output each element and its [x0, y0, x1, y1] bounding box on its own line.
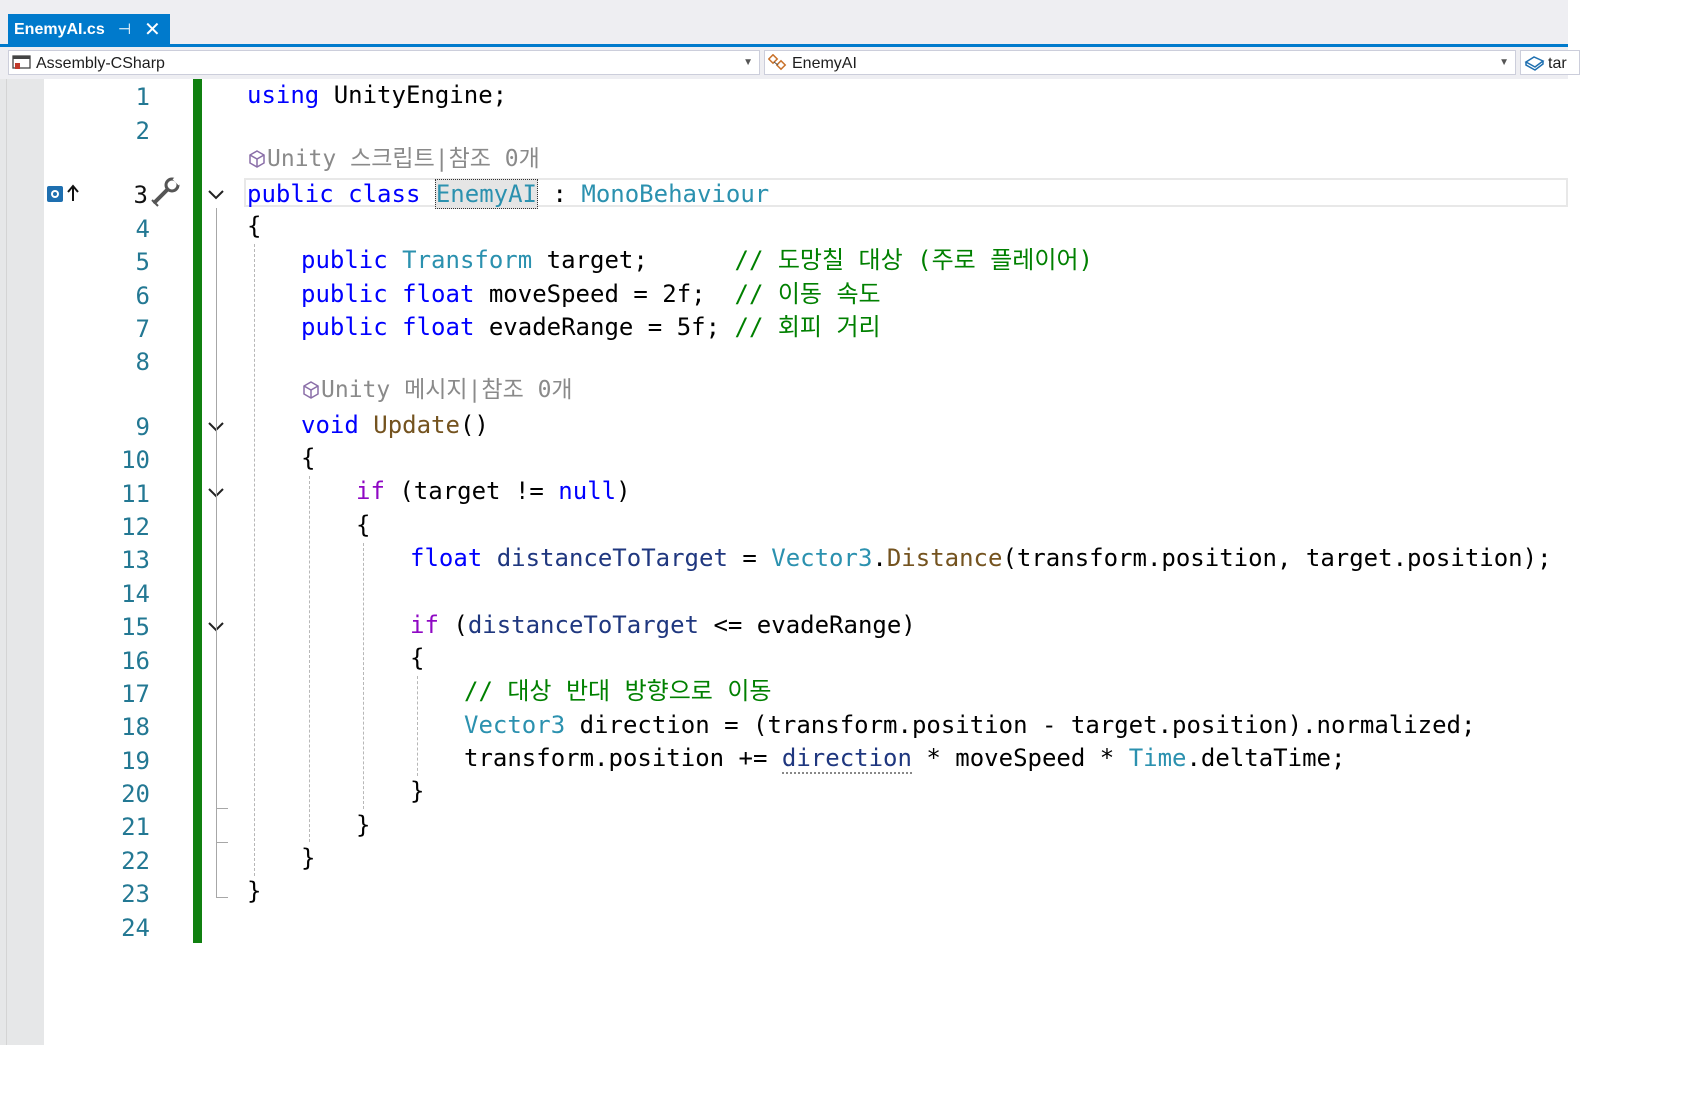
breakpoint-icon[interactable]	[46, 183, 82, 205]
navigation-bar: Assembly-CSharp ▼ EnemyAI ▼ tar	[0, 47, 1580, 79]
code-line-23[interactable]: }	[247, 876, 261, 906]
line-number: 6	[135, 282, 150, 310]
code-line-19[interactable]: transform.position += direction * moveSp…	[464, 743, 1345, 774]
line-number: 22	[121, 847, 150, 875]
code-line-16[interactable]: {	[410, 643, 424, 673]
line-number: 24	[121, 914, 150, 942]
indicator-margin	[0, 79, 44, 1045]
close-icon[interactable]: ✕	[144, 14, 161, 46]
code-line-1[interactable]: using UnityEngine;	[247, 80, 507, 110]
class-name: EnemyAI	[434, 179, 539, 209]
member-label: tar	[1548, 55, 1567, 72]
member-dropdown[interactable]: tar	[1520, 50, 1580, 75]
line-number: 2	[135, 117, 150, 145]
line-number: 5	[135, 248, 150, 276]
tab-filename: EnemyAI.cs	[14, 21, 105, 38]
codelens-class[interactable]: Unity 스크립트|참조 0개	[247, 144, 540, 174]
quick-action-icon[interactable]	[150, 176, 186, 210]
project-label: Assembly-CSharp	[36, 55, 165, 72]
line-number: 8	[135, 348, 150, 376]
code-line-6[interactable]: public float moveSpeed = 2f; // 이동 속도	[301, 279, 881, 309]
line-number: 12	[121, 513, 150, 541]
line-number: 19	[121, 747, 150, 775]
indent-guide	[309, 476, 310, 842]
code-line-15[interactable]: if (distanceToTarget <= evadeRange)	[410, 610, 916, 640]
line-number: 3	[133, 181, 148, 209]
line-number: 4	[135, 215, 150, 243]
project-icon	[12, 55, 31, 69]
line-number: 14	[121, 580, 150, 608]
line-number: 7	[135, 315, 150, 343]
codelens-method[interactable]: Unity 메시지|참조 0개	[301, 375, 573, 405]
line-number: 10	[121, 446, 150, 474]
code-line-11[interactable]: if (target != null)	[356, 476, 631, 506]
line-number: 9	[135, 413, 150, 441]
indent-guide	[417, 676, 418, 776]
line-number: 1	[135, 83, 150, 111]
indent-guide	[254, 244, 255, 876]
line-number: 15	[121, 613, 150, 641]
code-line-9[interactable]: void Update()	[301, 410, 489, 440]
field-icon	[1524, 56, 1545, 71]
code-line-20[interactable]: }	[410, 776, 424, 806]
line-number: 17	[121, 680, 150, 708]
project-dropdown[interactable]: Assembly-CSharp ▼	[8, 50, 760, 75]
code-line-12[interactable]: {	[356, 510, 370, 540]
fold-line	[216, 208, 217, 898]
fold-line-end	[216, 842, 228, 843]
indent-guide	[363, 543, 364, 809]
type-dropdown[interactable]: EnemyAI ▼	[764, 50, 1516, 75]
unity-icon	[249, 150, 265, 168]
code-line-3[interactable]: public class EnemyAI : MonoBehaviour	[247, 179, 769, 209]
code-line-22[interactable]: }	[301, 843, 315, 873]
line-number: 16	[121, 647, 150, 675]
chevron-down-icon: ▼	[1499, 57, 1509, 68]
code-line-17[interactable]: // 대상 반대 방향으로 이동	[464, 676, 772, 706]
tab-strip	[0, 0, 1568, 46]
fold-line-end	[216, 808, 228, 809]
code-line-4[interactable]: {	[247, 211, 261, 241]
class-icon	[768, 54, 787, 71]
chevron-down-icon[interactable]	[207, 185, 225, 203]
chevron-down-icon: ▼	[743, 57, 753, 68]
code-line-21[interactable]: }	[356, 810, 370, 840]
code-line-10[interactable]: {	[301, 443, 315, 473]
line-number: 18	[121, 713, 150, 741]
fold-line-end	[216, 897, 228, 898]
line-number: 11	[121, 480, 150, 508]
line-number: 20	[121, 780, 150, 808]
code-line-13[interactable]: float distanceToTarget = Vector3.Distanc…	[410, 543, 1552, 573]
line-number: 13	[121, 546, 150, 574]
code-line-5[interactable]: public Transform target; // 도망칠 대상 (주로 플…	[301, 245, 1093, 275]
unity-icon	[303, 381, 319, 399]
change-bar	[193, 79, 202, 943]
code-line-7[interactable]: public float evadeRange = 5f; // 회피 거리	[301, 312, 881, 342]
tab-enemyai-cs[interactable]: EnemyAI.cs ⊣ ✕	[8, 14, 170, 45]
type-label: EnemyAI	[792, 55, 857, 72]
code-line-18[interactable]: Vector3 direction = (transform.position …	[464, 710, 1475, 740]
line-number: 23	[121, 880, 150, 908]
pin-icon[interactable]: ⊣	[118, 14, 131, 46]
line-number: 21	[121, 813, 150, 841]
